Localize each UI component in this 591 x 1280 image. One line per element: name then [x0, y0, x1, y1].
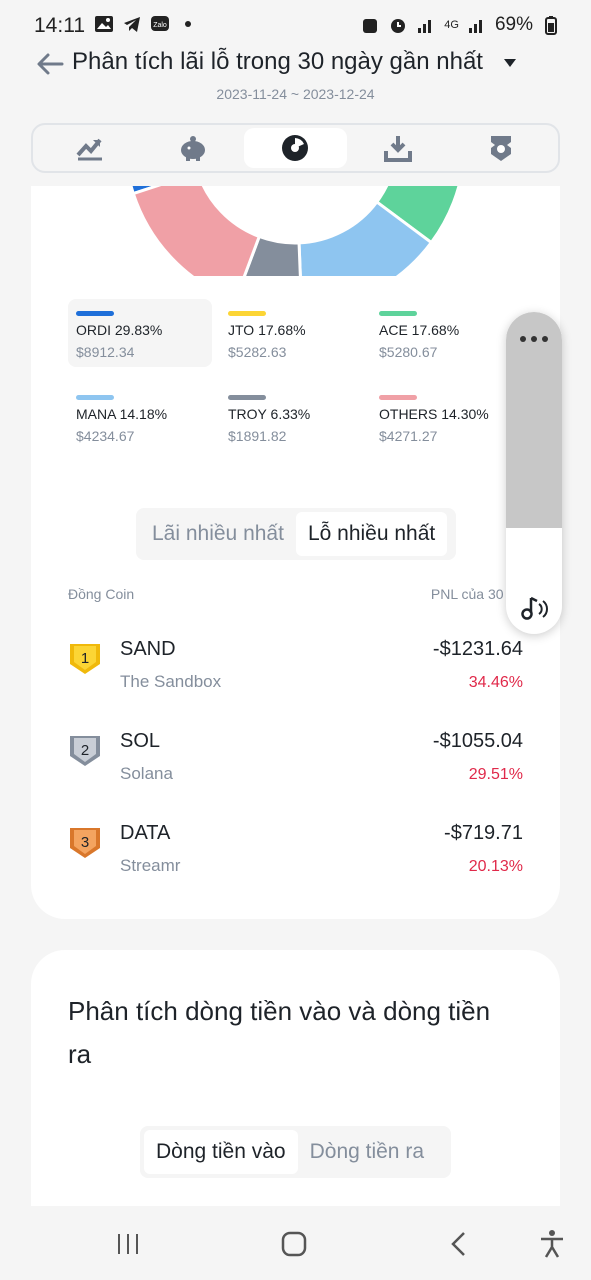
coin-row[interactable]: 2 SOL Solana -$1055.04 29.51% [68, 730, 523, 800]
cashflow-title: Phân tích dòng tiền vào và dòng tiền ra [68, 996, 491, 1069]
most-loss-button[interactable]: Lỗ nhiều nhất [295, 512, 448, 556]
tab-badge[interactable] [449, 128, 552, 168]
legend-value: $5280.67 [379, 344, 438, 360]
battery-icon [545, 16, 557, 35]
legend-swatch [379, 311, 417, 316]
legend-value: $5282.63 [228, 344, 287, 360]
pnl-card: ORDI 29.83% $8912.34 JTO 17.68% $5282.63… [31, 186, 560, 919]
signal-icon-2 [468, 20, 482, 33]
legend-item-troy[interactable]: TROY 6.33% $1891.82 [220, 383, 364, 451]
floating-media-widget[interactable] [506, 312, 562, 634]
page-header: Phân tích lãi lỗ trong 30 ngày gần nhất [0, 44, 591, 84]
list-header: Đồng Coin PNL của 30 ng [68, 586, 523, 602]
cash-in-button[interactable]: Dòng tiền vào [144, 1130, 298, 1174]
alarm-icon [391, 19, 406, 33]
trend-up-icon [76, 138, 103, 161]
piggy-bank-icon [180, 136, 205, 161]
battery-percent: 69% [494, 14, 533, 35]
accessibility-icon[interactable] [536, 1228, 568, 1260]
cashflow-card: Phân tích dòng tiền vào và dòng tiền ra … [31, 950, 560, 1220]
network-type: 4G [444, 19, 459, 31]
more-dots-icon[interactable] [519, 334, 549, 344]
legend-item-ordi[interactable]: ORDI 29.83% $8912.34 [68, 299, 212, 367]
back-icon[interactable] [444, 1228, 476, 1260]
donut-chart[interactable] [120, 186, 470, 276]
notification-icons: Zalo [94, 14, 198, 34]
system-status: 4G 69% [360, 14, 561, 36]
recycle-icon [363, 19, 378, 33]
coin-row[interactable]: 1 SAND The Sandbox -$1231.64 34.46% [68, 638, 523, 708]
download-tray-icon [384, 136, 413, 162]
column-coin: Đồng Coin [68, 586, 135, 602]
coin-pnl: -$1231.64 [432, 638, 523, 660]
legend-swatch [76, 311, 114, 316]
legend-swatch [228, 311, 266, 316]
legend-label: ORDI 29.83% [76, 322, 163, 338]
coin-row[interactable]: 3 DATA Streamr -$719.71 20.13% [68, 822, 523, 892]
coin-pnl: -$719.71 [444, 822, 523, 844]
coin-symbol: DATA [120, 822, 171, 844]
recent-apps-icon[interactable] [112, 1228, 144, 1260]
silver-medal-icon: 2 [70, 736, 100, 766]
dot-icon [185, 21, 191, 27]
legend-swatch [76, 395, 114, 400]
date-range: 2023-11-24 ~ 2023-12-24 [216, 86, 375, 102]
legend-item-others[interactable]: OTHERS 14.30% $4271.27 [371, 383, 515, 451]
analysis-tab-bar [31, 123, 560, 173]
coin-name: Streamr [120, 856, 181, 875]
coin-pnl-percent: 20.13% [468, 858, 523, 875]
volume-slider[interactable] [506, 312, 562, 528]
legend-label: JTO 17.68% [228, 322, 306, 338]
legend-label: TROY 6.33% [228, 406, 311, 422]
legend-item-mana[interactable]: MANA 14.18% $4234.67 [68, 383, 212, 451]
badge-icon [490, 136, 511, 161]
telegram-icon [124, 17, 140, 32]
legend-value: $4234.67 [76, 428, 135, 444]
tab-savings[interactable] [142, 128, 245, 168]
legend-value: $4271.27 [379, 428, 438, 444]
legend-item-jto[interactable]: JTO 17.68% $5282.63 [220, 299, 364, 367]
profit-loss-toggle: Lãi nhiều nhất Lỗ nhiều nhất [136, 508, 456, 560]
zalo-icon: Zalo [151, 16, 169, 31]
medal-rank: 2 [81, 742, 89, 759]
legend-swatch [379, 395, 417, 400]
back-arrow-icon[interactable] [34, 48, 66, 80]
legend-value: $1891.82 [228, 428, 287, 444]
svg-text:Zalo: Zalo [153, 22, 167, 29]
tab-pie-chart[interactable] [244, 128, 347, 168]
gallery-icon [95, 16, 113, 32]
system-navigation-bar [0, 1206, 591, 1280]
coin-name: The Sandbox [120, 672, 222, 691]
coin-symbol: SOL [120, 730, 161, 752]
legend-value: $8912.34 [76, 344, 135, 360]
signal-icon [418, 20, 432, 33]
coin-symbol: SAND [120, 638, 176, 660]
coin-name: Solana [120, 764, 173, 783]
coin-pnl-percent: 34.46% [468, 674, 523, 691]
legend-label: MANA 14.18% [76, 406, 168, 422]
gold-medal-icon: 1 [70, 644, 100, 674]
legend-item-ace[interactable]: ACE 17.68% $5280.67 [371, 299, 515, 367]
cashflow-toggle: Dòng tiền vào Dòng tiền ra [140, 1126, 451, 1178]
cash-out-button[interactable]: Dòng tiền ra [298, 1130, 436, 1174]
legend-label: OTHERS 14.30% [379, 406, 489, 422]
status-time: 14:11 [34, 14, 85, 37]
caret-down-icon[interactable] [503, 56, 517, 70]
bronze-medal-icon: 3 [70, 828, 100, 858]
page-title[interactable]: Phân tích lãi lỗ trong 30 ngày gần nhất [72, 48, 483, 76]
legend-label: ACE 17.68% [379, 322, 460, 338]
donut-slice-others[interactable] [131, 186, 262, 276]
most-profit-button[interactable]: Lãi nhiều nhất [140, 512, 296, 556]
medal-rank: 1 [81, 650, 89, 667]
home-icon[interactable] [278, 1228, 310, 1260]
tab-trend[interactable] [39, 128, 142, 168]
pie-chart-icon [282, 135, 309, 161]
music-note-icon[interactable] [519, 592, 551, 624]
medal-rank: 3 [81, 834, 89, 851]
coin-pnl-percent: 29.51% [468, 766, 523, 783]
legend-swatch [228, 395, 266, 400]
coin-pnl: -$1055.04 [432, 730, 523, 752]
tab-download[interactable] [347, 128, 450, 168]
